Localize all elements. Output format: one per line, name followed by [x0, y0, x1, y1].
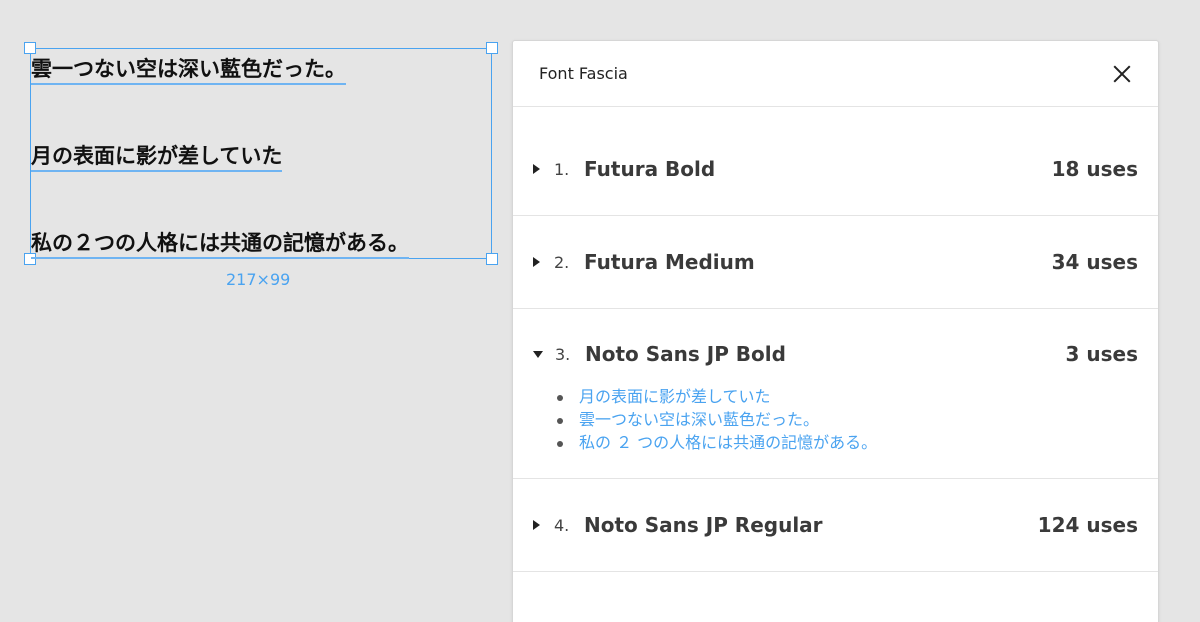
- font-row-number: 4.: [554, 515, 570, 535]
- font-row-toggle[interactable]: 2. Futura Medium 34 uses: [513, 216, 1158, 308]
- font-row-name: Noto Sans JP Regular: [584, 513, 823, 537]
- font-row-uses: 3 uses: [1065, 342, 1139, 366]
- expand-triangle-icon: [533, 257, 540, 267]
- font-row-futura-medium: 2. Futura Medium 34 uses: [513, 216, 1158, 309]
- canvas-text-line-3: 私の２つの人格には共通の記憶がある。: [31, 229, 409, 259]
- resize-handle-bottom-right[interactable]: [486, 253, 498, 265]
- font-row-toggle[interactable]: 1. Futura Bold 18 uses: [513, 123, 1158, 215]
- expand-triangle-icon: [533, 164, 540, 174]
- font-usage-list: 月の表面に影が差していた 雲一つない空は深い藍色だった。 私の ２ つの人格には…: [513, 385, 1158, 478]
- resize-handle-top-left[interactable]: [24, 42, 36, 54]
- selection-dimensions: 217×99: [226, 270, 291, 289]
- design-canvas[interactable]: 雲一つない空は深い藍色だった。 月の表面に影が差していた 私の２つの人格には共通…: [0, 0, 510, 622]
- canvas-text-line-1: 雲一つない空は深い藍色だった。: [31, 55, 346, 85]
- font-row-uses: 124 uses: [1037, 513, 1138, 537]
- font-row-name: Futura Medium: [584, 250, 755, 274]
- font-usage-link[interactable]: 月の表面に影が差していた: [557, 385, 1158, 408]
- font-list: 1. Futura Bold 18 uses 2. Futura Medium …: [513, 107, 1158, 572]
- panel-title: Font Fascia: [539, 64, 628, 83]
- font-row-futura-bold: 1. Futura Bold 18 uses: [513, 123, 1158, 216]
- font-fascia-panel: Font Fascia 1. Futura Bold 18 uses 2. Fu…: [512, 40, 1159, 622]
- font-row-number: 1.: [554, 159, 570, 179]
- font-row-name: Noto Sans JP Bold: [585, 342, 786, 366]
- panel-header: Font Fascia: [513, 41, 1158, 107]
- font-row-uses: 18 uses: [1051, 157, 1138, 181]
- expand-triangle-icon: [533, 520, 540, 530]
- font-row-noto-sans-jp-regular: 4. Noto Sans JP Regular 124 uses: [513, 479, 1158, 572]
- font-row-toggle[interactable]: 4. Noto Sans JP Regular 124 uses: [513, 479, 1158, 571]
- font-usage-link[interactable]: 雲一つない空は深い藍色だった。: [557, 408, 1158, 431]
- resize-handle-top-right[interactable]: [486, 42, 498, 54]
- collapse-triangle-icon: [533, 350, 543, 358]
- font-row-name: Futura Bold: [584, 157, 716, 181]
- canvas-text-line[interactable]: 雲一つない空は深い藍色だった。: [31, 55, 346, 85]
- close-icon[interactable]: [1110, 62, 1134, 86]
- font-row-noto-sans-jp-bold: 3. Noto Sans JP Bold 3 uses 月の表面に影が差していた…: [513, 309, 1158, 479]
- font-row-uses: 34 uses: [1051, 250, 1138, 274]
- font-row-number: 2.: [554, 252, 570, 272]
- canvas-text-line-2: 月の表面に影が差していた: [31, 142, 283, 172]
- canvas-text-line[interactable]: 月の表面に影が差していた: [31, 142, 283, 172]
- font-row-number: 3.: [555, 344, 571, 364]
- selected-text-frame[interactable]: 雲一つない空は深い藍色だった。 月の表面に影が差していた 私の２つの人格には共通…: [24, 42, 498, 265]
- font-usage-link[interactable]: 私の ２ つの人格には共通の記憶がある。: [557, 431, 1158, 454]
- canvas-text-line[interactable]: 私の２つの人格には共通の記憶がある。: [31, 229, 409, 259]
